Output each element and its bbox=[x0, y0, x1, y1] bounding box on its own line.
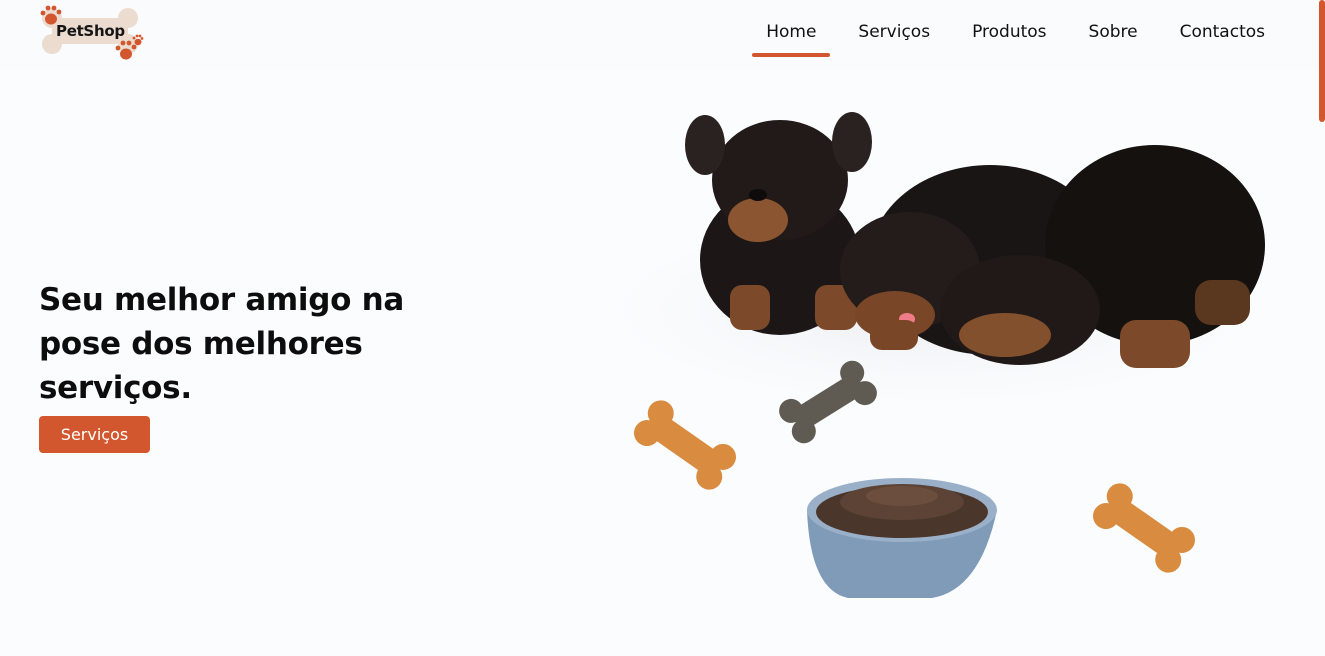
hero-puppies-image bbox=[550, 112, 1290, 598]
scrollbar[interactable] bbox=[1319, 0, 1325, 122]
main-menu: Home Serviços Produtos Sobre Contactos bbox=[752, 22, 1267, 57]
hero-title: Seu melhor amigo na pose dos melhores se… bbox=[39, 282, 405, 406]
bone-treat-image bbox=[1092, 483, 1196, 573]
navbar: PetShop Home Serviços Produtos Sobre Con… bbox=[0, 0, 1325, 70]
nav-produtos[interactable]: Produtos bbox=[970, 22, 1048, 42]
food-bowl-image bbox=[807, 478, 997, 598]
nav-servicos[interactable]: Serviços bbox=[856, 22, 932, 42]
nav-home[interactable]: Home bbox=[752, 22, 831, 57]
servicos-button[interactable]: Serviços bbox=[39, 416, 150, 453]
nav-contactos[interactable]: Contactos bbox=[1178, 22, 1267, 42]
logo-text: PetShop bbox=[56, 22, 125, 40]
bone-treat-image bbox=[633, 400, 737, 490]
petshop-logo[interactable]: PetShop bbox=[40, 4, 144, 64]
nav-sobre[interactable]: Sobre bbox=[1087, 22, 1140, 42]
